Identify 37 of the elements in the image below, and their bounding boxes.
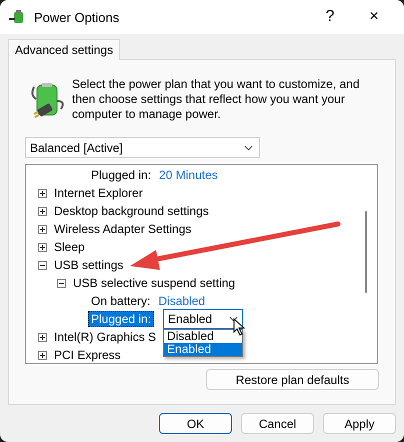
help-button[interactable]: ? bbox=[308, 8, 352, 26]
setting-label[interactable]: Plugged in: bbox=[88, 167, 154, 183]
expand-icon[interactable] bbox=[38, 206, 47, 216]
tree-item[interactable]: USB selective suspend setting bbox=[73, 276, 236, 290]
expand-icon[interactable] bbox=[38, 224, 47, 234]
expand-icon[interactable] bbox=[38, 332, 47, 342]
restore-defaults-button[interactable]: Restore plan defaults bbox=[206, 369, 379, 390]
setting-label[interactable]: On battery: bbox=[88, 293, 154, 309]
dialog-button[interactable]: Apply bbox=[323, 413, 396, 434]
close-button[interactable]: × bbox=[352, 8, 396, 26]
dialog-button[interactable]: OK bbox=[159, 413, 232, 434]
tree-item[interactable]: Sleep bbox=[54, 240, 85, 254]
setting-label[interactable]: Plugged in: bbox=[88, 311, 154, 327]
tree-item[interactable]: PCI Express bbox=[54, 348, 121, 362]
collapse-icon[interactable] bbox=[38, 260, 47, 270]
scrollbar[interactable] bbox=[365, 211, 367, 293]
power-plug-icon bbox=[8, 8, 26, 26]
collapse-icon[interactable] bbox=[57, 278, 66, 288]
description-text: Select the power plan that you want to customize, and then choose settings that reflect how you want your computer to manage power. bbox=[72, 77, 361, 122]
power-plan-dropdown[interactable]: Balanced [Active] bbox=[25, 137, 260, 158]
setting-value-link[interactable]: 20 Minutes bbox=[159, 168, 218, 182]
tree-item[interactable]: Intel(R) Graphics S bbox=[54, 330, 156, 344]
dropdown-option[interactable]: Enabled bbox=[164, 343, 242, 356]
tree-item[interactable]: Wireless Adapter Settings bbox=[54, 222, 192, 236]
window-title: Power Options bbox=[34, 10, 120, 24]
chevron-down-icon bbox=[229, 316, 238, 322]
tree-item[interactable]: Desktop background settings bbox=[54, 204, 209, 218]
setting-value-link[interactable]: Disabled bbox=[158, 294, 206, 308]
expand-icon[interactable] bbox=[38, 350, 47, 360]
dialog-button[interactable]: Cancel bbox=[241, 413, 314, 434]
expand-icon[interactable] bbox=[38, 242, 47, 252]
chevron-down-icon bbox=[244, 144, 253, 150]
tree-item[interactable]: USB settings bbox=[54, 258, 124, 272]
expand-icon[interactable] bbox=[38, 188, 47, 198]
value-dropdown[interactable]: Enabled bbox=[163, 309, 244, 329]
tab[interactable]: Advanced settings bbox=[8, 39, 120, 60]
tree-item[interactable]: Internet Explorer bbox=[54, 186, 143, 200]
